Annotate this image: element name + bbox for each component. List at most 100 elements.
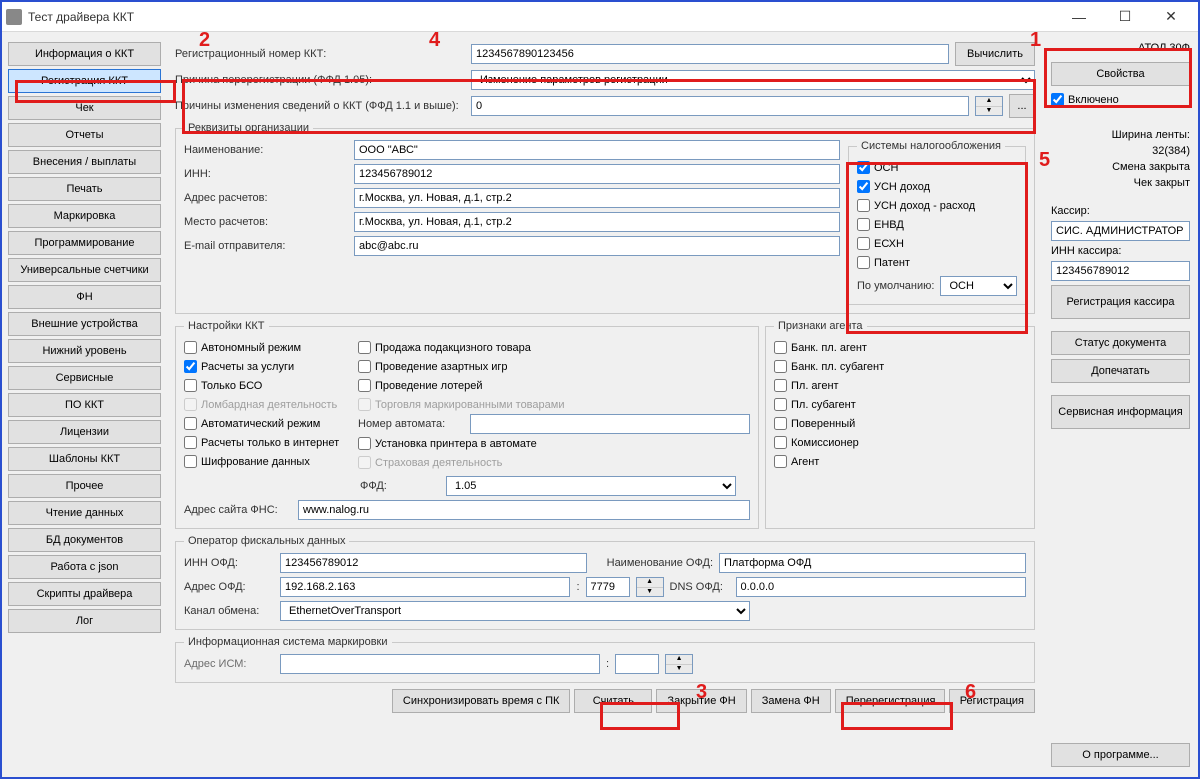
regnum-input[interactable] xyxy=(471,44,949,64)
device-name: АТОЛ 30Ф xyxy=(1051,42,1190,58)
agent-opt-5[interactable]: Комиссионер xyxy=(774,433,1026,452)
ism-port-input xyxy=(615,654,659,674)
sidebar-item-21[interactable]: Лог xyxy=(8,609,161,633)
ofd-port-input[interactable] xyxy=(586,577,630,597)
kkt-opt-a-5[interactable]: Расчеты только в интернет xyxy=(184,433,354,452)
sync-time-button[interactable]: Синхронизировать время с ПК xyxy=(392,689,571,713)
kkt-opt-b-1[interactable]: Проведение азартных игр xyxy=(358,357,750,376)
cashier-inn-input[interactable] xyxy=(1051,261,1190,281)
agent-opt-1[interactable]: Банк. пл. субагент xyxy=(774,357,1026,376)
kkt-opt-b-2[interactable]: Проведение лотерей xyxy=(358,376,750,395)
service-info-button[interactable]: Сервисная информация xyxy=(1051,395,1190,429)
kkt-opt-a-1[interactable]: Расчеты за услуги xyxy=(184,357,354,376)
sidebar-item-19[interactable]: Работа с json xyxy=(8,555,161,579)
label-ofd-addr: Адрес ОФД: xyxy=(184,581,274,593)
about-button[interactable]: О программе... xyxy=(1051,743,1190,767)
label-ffd: ФФД: xyxy=(360,480,440,492)
tax-legend: Системы налогообложения xyxy=(857,140,1005,152)
ofd-fieldset: Оператор фискальных данных ИНН ОФД: Наим… xyxy=(175,535,1035,630)
sidebar-item-6[interactable]: Маркировка xyxy=(8,204,161,228)
sidebar-item-2[interactable]: Чек xyxy=(8,96,161,120)
sidebar-item-15[interactable]: Шаблоны ККТ xyxy=(8,447,161,471)
tax-checkbox-0[interactable]: ОСН xyxy=(857,158,1017,177)
kkt-opt-a-6[interactable]: Шифрование данных xyxy=(184,452,354,471)
agent-opt-2[interactable]: Пл. агент xyxy=(774,376,1026,395)
tax-checkbox-2[interactable]: УСН доход - расход xyxy=(857,196,1017,215)
rereg-button[interactable]: Перерегистрация xyxy=(835,689,945,713)
tax-checkbox-3[interactable]: ЕНВД xyxy=(857,215,1017,234)
doc-status-button[interactable]: Статус документа xyxy=(1051,331,1190,355)
sidebar: Информация о ККТ Регистрация ККТ Чек Отчеты… xyxy=(2,32,167,777)
ofd-name-input[interactable] xyxy=(719,553,1026,573)
sidebar-item-16[interactable]: Прочее xyxy=(8,474,161,498)
sidebar-item-12[interactable]: Сервисные xyxy=(8,366,161,390)
agent-opt-3[interactable]: Пл. субагент xyxy=(774,395,1026,414)
ism-addr-input xyxy=(280,654,600,674)
ffd-select[interactable]: 1.05 xyxy=(446,476,736,496)
sidebar-item-11[interactable]: Нижний уровень xyxy=(8,339,161,363)
reason-select[interactable]: Изменение параметров регистрации xyxy=(471,70,1035,90)
tax-checkbox-1[interactable]: УСН доход xyxy=(857,177,1017,196)
org-inn-input[interactable] xyxy=(354,164,840,184)
org-addr-input[interactable] xyxy=(354,188,840,208)
reg-cashier-button[interactable]: Регистрация кассира xyxy=(1051,285,1190,319)
label-org-addr: Адрес расчетов: xyxy=(184,192,354,204)
tape-width-value: 32(384) xyxy=(1051,145,1190,157)
read-button[interactable]: Считать xyxy=(574,689,652,713)
close-button[interactable]: ✕ xyxy=(1148,2,1194,32)
reason11-spinner[interactable]: ▲▼ xyxy=(975,96,1003,116)
tax-checkbox-4[interactable]: ЕСХН xyxy=(857,234,1017,253)
close-fn-button[interactable]: Закрытие ФН xyxy=(656,689,746,713)
tax-checkbox-5[interactable]: Патент xyxy=(857,253,1017,272)
ofd-addr-input[interactable] xyxy=(280,577,570,597)
reason11-input[interactable] xyxy=(471,96,969,116)
sidebar-item-10[interactable]: Внешние устройства xyxy=(8,312,161,336)
label-org-name: Наименование: xyxy=(184,144,354,156)
reg-button[interactable]: Регистрация xyxy=(949,689,1035,713)
agent-opt-0[interactable]: Банк. пл. агент xyxy=(774,338,1026,357)
ofd-dns-input[interactable] xyxy=(736,577,1026,597)
kkt-opt-a-2[interactable]: Только БСО xyxy=(184,376,354,395)
sidebar-item-0[interactable]: Информация о ККТ xyxy=(8,42,161,66)
kkt-opt-b-0[interactable]: Продажа подакцизного товара xyxy=(358,338,750,357)
sidebar-item-9[interactable]: ФН xyxy=(8,285,161,309)
reason11-more-button[interactable]: ... xyxy=(1009,94,1035,118)
tape-width-label: Ширина ленты: xyxy=(1051,129,1190,141)
kkt-opt-b-5[interactable]: Установка принтера в автомате xyxy=(358,434,750,453)
change-fn-button[interactable]: Замена ФН xyxy=(751,689,831,713)
sidebar-item-20[interactable]: Скрипты драйвера xyxy=(8,582,161,606)
ofd-inn-input[interactable] xyxy=(280,553,587,573)
agent-opt-4[interactable]: Поверенный xyxy=(774,414,1026,433)
maximize-button[interactable]: ☐ xyxy=(1102,2,1148,32)
cashier-input[interactable] xyxy=(1051,221,1190,241)
kkt-opt-a-0[interactable]: Автономный режим xyxy=(184,338,354,357)
label-reason: Причина перерегистрации (ФФД 1.05): xyxy=(175,74,465,86)
minimize-button[interactable]: — xyxy=(1056,2,1102,32)
kkt-opt-b-4[interactable]: Номер автомата: xyxy=(358,414,750,434)
org-place-input[interactable] xyxy=(354,212,840,232)
sidebar-item-7[interactable]: Программирование xyxy=(8,231,161,255)
org-email-input[interactable] xyxy=(354,236,840,256)
fns-input[interactable] xyxy=(298,500,750,520)
properties-button[interactable]: Свойства xyxy=(1051,62,1190,86)
sidebar-item-1[interactable]: Регистрация ККТ xyxy=(8,69,161,93)
sidebar-item-8[interactable]: Универсальные счетчики xyxy=(8,258,161,282)
sidebar-item-13[interactable]: ПО ККТ xyxy=(8,393,161,417)
kkt-opt-a-4[interactable]: Автоматический режим xyxy=(184,414,354,433)
label-ofd-dns: DNS ОФД: xyxy=(670,581,730,593)
sidebar-item-14[interactable]: Лицензии xyxy=(8,420,161,444)
sidebar-item-17[interactable]: Чтение данных xyxy=(8,501,161,525)
sidebar-item-5[interactable]: Печать xyxy=(8,177,161,201)
ofd-channel-select[interactable]: EthernetOverTransport xyxy=(280,601,750,621)
enabled-checkbox[interactable]: Включено xyxy=(1051,90,1190,109)
sidebar-item-18[interactable]: БД документов xyxy=(8,528,161,552)
calc-button[interactable]: Вычислить xyxy=(955,42,1035,66)
label-ofd-name: Наименование ОФД: xyxy=(593,557,713,569)
org-name-input[interactable] xyxy=(354,140,840,160)
sidebar-item-4[interactable]: Внесения / выплаты xyxy=(8,150,161,174)
sidebar-item-3[interactable]: Отчеты xyxy=(8,123,161,147)
agent-opt-6[interactable]: Агент xyxy=(774,452,1026,471)
ofd-port-spinner[interactable]: ▲▼ xyxy=(636,577,664,597)
reprint-button[interactable]: Допечатать xyxy=(1051,359,1190,383)
default-tax-select[interactable]: ОСН xyxy=(940,276,1017,296)
